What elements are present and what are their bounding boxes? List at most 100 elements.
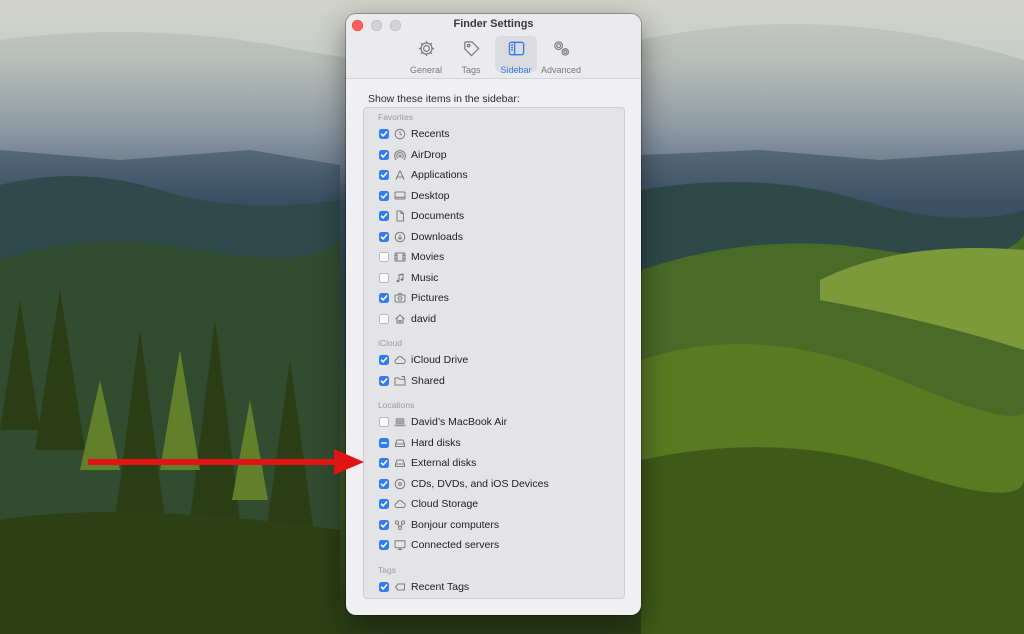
sidebar-option-label: Connected servers — [411, 539, 500, 551]
tab-tags[interactable]: Tags — [450, 36, 492, 75]
sidebar-option-label: Bonjour computers — [411, 518, 500, 531]
checkbox-hard-disks[interactable] — [379, 437, 389, 448]
tag-icon — [462, 39, 481, 63]
checkbox-external-disks[interactable] — [379, 458, 389, 468]
titlebar: Finder Settings General Tags Sidebar Adv… — [346, 14, 641, 79]
checkbox-david[interactable] — [379, 313, 389, 324]
checkbox-downloads[interactable] — [379, 231, 389, 242]
sidebar-option-pictures: Pictures — [379, 290, 449, 306]
sidebar-option-label: AirDrop — [411, 148, 447, 161]
checkbox-applications[interactable] — [379, 170, 389, 180]
sidebar-option-label: Pictures — [411, 292, 449, 304]
sidebar-option-recent-tags: Recent Tags — [379, 579, 469, 595]
airdrop-icon — [393, 148, 406, 161]
music-note-icon — [393, 271, 406, 284]
external-disk-icon — [393, 457, 406, 470]
sidebar-option-applications: Applications — [379, 167, 468, 183]
settings-tabs: General Tags Sidebar Advanced — [346, 36, 641, 75]
film-icon — [393, 251, 406, 264]
clock-icon — [393, 128, 406, 141]
tab-tags-label: Tags — [461, 65, 481, 75]
sidebar-option-icloud-drive: iCloud Drive — [379, 352, 468, 368]
tab-sidebar-label: Sidebar — [500, 65, 532, 75]
sidebar-option-cloud-storage: Cloud Storage — [379, 496, 478, 512]
shared-folder-icon — [393, 374, 406, 387]
sidebar-option-label: Desktop — [411, 189, 450, 202]
sidebar-option-label: Movies — [411, 251, 445, 263]
desktop-icon — [393, 189, 406, 202]
checkbox-cds-dvds-and-ios-devices[interactable] — [379, 478, 389, 489]
checkbox-movies[interactable] — [379, 252, 389, 262]
checkbox-icloud-drive[interactable] — [379, 355, 389, 365]
tab-advanced-label: Advanced — [540, 65, 582, 75]
network-icon — [393, 518, 406, 531]
sidebar-option-desktop: Desktop — [379, 188, 450, 204]
sidebar-option-label: David’s MacBook Air — [411, 416, 508, 428]
sidebar-option-david-s-macbook-air: David’s MacBook Air — [379, 414, 507, 430]
sidebar-settings-pane: Show these items in the sidebar: Favorit… — [346, 79, 641, 615]
gear-icon — [417, 39, 436, 63]
sidebar-option-label: Applications — [411, 169, 468, 181]
sidebar-option-recents: Recents — [379, 126, 450, 142]
tab-sidebar[interactable]: Sidebar — [495, 36, 537, 75]
camera-icon — [393, 292, 406, 305]
sidebar-option-label: Documents — [411, 210, 465, 222]
laptop-icon — [393, 416, 406, 429]
section-label-favorites: Favorites — [378, 112, 413, 122]
section-label-icloud: iCloud — [378, 338, 403, 348]
sidebar-option-label: Recents — [411, 128, 450, 140]
checkbox-desktop[interactable] — [379, 190, 389, 201]
sidebar-option-music: Music — [379, 270, 438, 286]
server-icon — [393, 539, 406, 552]
sidebar-option-external-disks: External disks — [379, 455, 476, 471]
sidebar-option-label: Downloads — [411, 230, 463, 243]
sidebar-option-documents: Documents — [379, 208, 464, 224]
sidebar-option-shared: Shared — [379, 373, 445, 389]
sidebar-option-label: Music — [411, 271, 439, 284]
sidebar-option-hard-disks: Hard disks — [379, 435, 461, 451]
sidebar-items-list: Favorites Recents AirDrop Applications Deskt… — [363, 107, 625, 599]
tab-advanced[interactable]: Advanced — [540, 36, 582, 75]
sidebar-option-airdrop: AirDrop — [379, 147, 447, 163]
sidebar-option-label: Shared — [411, 374, 445, 387]
disc-icon — [393, 477, 406, 490]
sidebar-option-label: david — [411, 312, 437, 325]
sidebar-option-label: External disks — [411, 457, 477, 469]
checkbox-recent-tags[interactable] — [379, 581, 389, 592]
document-icon — [393, 210, 406, 223]
sidebar-option-movies: Movies — [379, 249, 444, 265]
finder-settings-window: Finder Settings General Tags Sidebar Adv… — [346, 14, 641, 615]
checkbox-cloud-storage[interactable] — [379, 499, 389, 509]
sidebar-option-label: CDs, DVDs, and iOS Devices — [411, 477, 549, 490]
cloud-icon — [393, 498, 406, 511]
checkbox-bonjour-computers[interactable] — [379, 519, 389, 530]
sidebar-option-bonjour-computers: Bonjour computers — [379, 517, 499, 533]
section-label-tags: Tags — [378, 564, 396, 575]
sidebar-option-label: iCloud Drive — [411, 354, 469, 366]
sidebar-icon — [507, 39, 526, 63]
sidebar-option-label: Recent Tags — [411, 580, 470, 593]
sidebar-option-connected-servers: Connected servers — [379, 537, 499, 553]
checkbox-recents[interactable] — [379, 129, 389, 139]
applications-icon — [393, 169, 406, 182]
checkbox-documents[interactable] — [379, 211, 389, 221]
home-icon — [393, 312, 406, 325]
checkbox-shared[interactable] — [379, 375, 389, 386]
checkbox-airdrop[interactable] — [379, 149, 389, 160]
gears-icon — [552, 39, 571, 63]
checkbox-music[interactable] — [379, 272, 389, 283]
checkbox-david-s-macbook-air[interactable] — [379, 417, 389, 427]
sidebar-option-david: david — [379, 311, 436, 327]
tab-general[interactable]: General — [405, 36, 447, 75]
tag-outline-icon — [393, 580, 406, 593]
window-title: Finder Settings — [453, 18, 534, 30]
tab-general-label: General — [409, 65, 443, 75]
sidebar-heading: Show these items in the sidebar: — [368, 93, 520, 105]
checkbox-connected-servers[interactable] — [379, 540, 389, 550]
cloud-icon — [393, 354, 406, 367]
hard-disk-icon — [393, 436, 406, 449]
red-arrow-annotation — [88, 449, 364, 475]
sidebar-option-label: Hard disks — [411, 436, 461, 449]
checkbox-pictures[interactable] — [379, 293, 389, 303]
section-label-locations: Locations — [378, 400, 415, 410]
